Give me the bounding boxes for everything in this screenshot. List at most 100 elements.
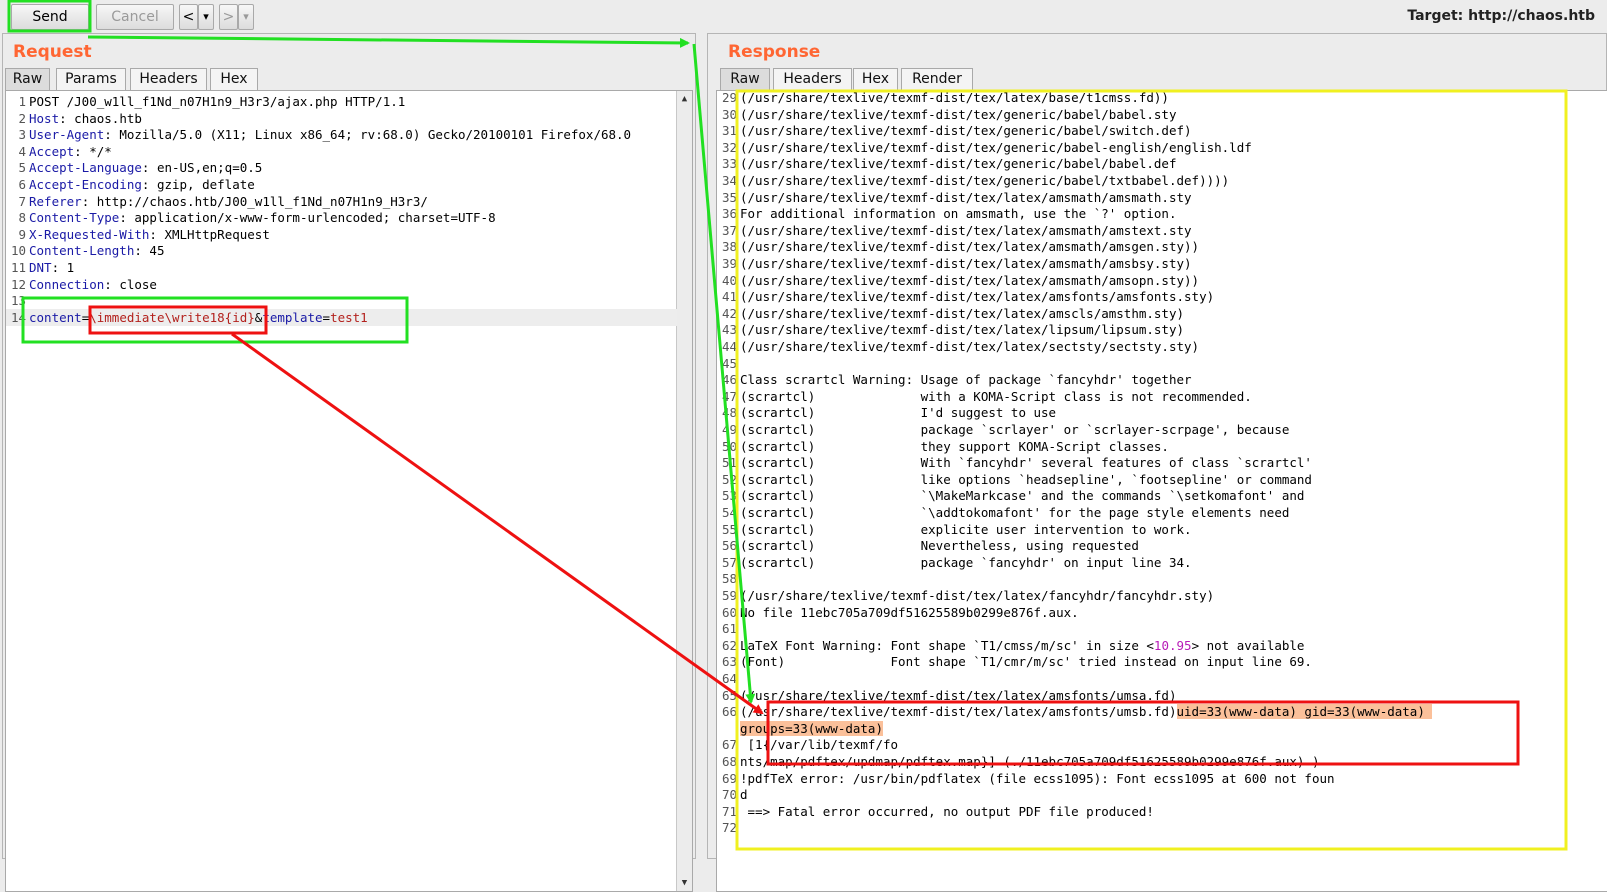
request-line: 9 X-Requested-With: XMLHttpRequest — [6, 226, 692, 243]
response-line: 49 (scrartcl) package `scrlayer' or `scrl… — [717, 421, 1607, 438]
response-line: 35 (/usr/share/texlive/texmf-dist/tex/lat… — [717, 189, 1607, 206]
request-line: 12 Connection: close — [6, 276, 692, 293]
response-line: 51 (scrartcl) With `fancyhdr' several fea… — [717, 454, 1607, 471]
send-button[interactable]: Send — [11, 4, 89, 30]
response-tab-headers[interactable]: Headers — [773, 68, 852, 90]
command-output: groups=33(www-data) — [740, 720, 883, 736]
back-history-dropdown[interactable]: ▾ — [198, 4, 214, 30]
request-line: 2 Host: chaos.htb — [6, 110, 692, 127]
cancel-button[interactable]: Cancel — [96, 4, 174, 30]
target-label[interactable]: Target: http://chaos.htb — [1407, 8, 1595, 24]
line-number: 69 — [721, 770, 737, 786]
response-text: (/usr/share/texlive/texmf-dist/tex/latex… — [740, 256, 1192, 271]
header-name: Host — [29, 110, 60, 126]
response-line: 66 (/usr/share/texlive/texmf-dist/tex/lat… — [717, 703, 1607, 720]
header-separator: : — [81, 193, 97, 209]
request-editor[interactable]: ▲ ▼ 1 POST /J00_w1ll_f1Nd_n07H1n9_H3r3/aj… — [5, 90, 693, 892]
back-button[interactable]: < — [179, 4, 198, 30]
scroll-down-icon[interactable]: ▼ — [678, 877, 691, 889]
header-separator: : — [149, 226, 165, 242]
request-tabs: Raw Params Headers Hex — [5, 68, 305, 90]
line-number: 64 — [721, 671, 737, 686]
line-number: 31 — [721, 123, 737, 139]
line-number: 46 — [721, 372, 737, 388]
response-text: (/usr/share/texlive/texmf-dist/tex/gener… — [740, 123, 1192, 139]
header-value: chaos.htb — [74, 110, 142, 126]
request-tab-headers[interactable]: Headers — [130, 68, 207, 90]
line-number: 5 — [18, 160, 26, 176]
font-size-value: 10.95 — [1153, 637, 1192, 653]
response-line: 48 (scrartcl) I'd suggest to use — [717, 404, 1607, 421]
line-number: 71 — [721, 803, 737, 819]
response-line: 42 (/usr/share/texlive/texmf-dist/tex/lat… — [717, 305, 1607, 322]
header-separator: : — [51, 260, 67, 275]
line-number: 61 — [721, 621, 737, 637]
response-text: (scrartcl) Nevertheless, using requested — [740, 538, 1139, 554]
response-line: 61 — [717, 620, 1607, 637]
response-text: (scrartcl) I'd suggest to use — [740, 405, 1057, 421]
response-line: 43 (/usr/share/texlive/texmf-dist/tex/lat… — [717, 321, 1607, 338]
line-number: 10 — [10, 243, 26, 259]
response-tab-render[interactable]: Render — [901, 68, 973, 90]
request-tab-raw[interactable]: Raw — [5, 68, 50, 90]
header-separator: : — [141, 177, 157, 192]
request-tab-hex[interactable]: Hex — [210, 68, 258, 90]
line-number: 9 — [18, 226, 26, 242]
response-line: 55 (scrartcl) explicite user intervention… — [717, 521, 1607, 538]
response-tab-raw[interactable]: Raw — [720, 68, 770, 90]
header-name: Content-Type — [29, 210, 120, 226]
header-name: DNT — [29, 260, 52, 275]
response-line: 36 For additional information on amsmath,… — [717, 205, 1607, 222]
param-value: test1 — [330, 309, 368, 325]
response-line: 33 (/usr/share/texlive/texmf-dist/tex/gen… — [717, 155, 1607, 172]
line-number: 52 — [721, 471, 737, 487]
forward-button[interactable]: > — [219, 4, 238, 30]
line-number: 47 — [721, 388, 737, 404]
response-line: 58 — [717, 570, 1607, 587]
response-text: (scrartcl) With `fancyhdr' several featu… — [740, 455, 1312, 471]
header-value: application/x-www-form-urlencoded; chars… — [134, 210, 496, 226]
header-name: Connection — [29, 276, 105, 292]
line-number: 40 — [721, 272, 737, 288]
line-number: 6 — [18, 177, 26, 192]
response-text: (/usr/share/texlive/texmf-dist/tex/latex… — [740, 687, 1177, 703]
line-number: 33 — [721, 156, 737, 172]
line-number: 11 — [10, 260, 26, 275]
header-value: http://chaos.htb/J00_w1ll_f1Nd_n07H1n9_H… — [96, 193, 428, 209]
line-number: 57 — [721, 554, 737, 570]
header-value: gzip, deflate — [156, 177, 255, 192]
response-line: 54 (scrartcl) `\addtokomafont' for the pa… — [717, 504, 1607, 521]
response-line: 39 (/usr/share/texlive/texmf-dist/tex/lat… — [717, 255, 1607, 272]
response-text: (/usr/share/texlive/texmf-dist/tex/gener… — [740, 139, 1252, 155]
header-separator: : — [104, 276, 120, 292]
line-number: 59 — [721, 588, 737, 603]
response-line: 46 Class scrartcl Warning: Usage of packa… — [717, 371, 1607, 388]
header-name: Accept-Language — [29, 160, 142, 176]
response-line: 70 d — [717, 786, 1607, 803]
forward-history-dropdown[interactable]: ▾ — [238, 4, 254, 30]
response-editor[interactable]: 29 (/usr/share/texlive/texmf-dist/tex/lat… — [716, 90, 1607, 892]
line-number: 2 — [18, 110, 26, 126]
response-text: (/usr/share/texlive/texmf-dist/tex/gener… — [740, 106, 1177, 122]
header-name: Referer — [29, 193, 82, 209]
response-line: 32 (/usr/share/texlive/texmf-dist/tex/gen… — [717, 139, 1607, 156]
response-text: (/usr/share/texlive/texmf-dist/tex/latex… — [740, 305, 1185, 321]
header-value: Mozilla/5.0 (X11; Linux x86_64; rv:68.0)… — [119, 127, 632, 143]
line-number: 51 — [721, 455, 737, 471]
response-text: (scrartcl) like options `headsepline', `… — [740, 471, 1312, 487]
response-tabs: Raw Headers Hex Render — [720, 68, 1020, 90]
line-number: 49 — [721, 422, 737, 437]
response-text: (/usr/share/texlive/texmf-dist/tex/latex… — [740, 272, 1200, 288]
request-line: 4 Accept: */* — [6, 143, 692, 160]
line-number: 66 — [721, 704, 737, 720]
request-line: 3 User-Agent: Mozilla/5.0 (X11; Linux x86… — [6, 126, 692, 143]
header-value: 1 — [66, 260, 75, 275]
line-number: 41 — [721, 289, 737, 305]
request-tab-params[interactable]: Params — [56, 68, 126, 90]
response-text: (scrartcl) `\addtokomafont' for the page… — [740, 505, 1290, 520]
line-number: 32 — [721, 139, 737, 155]
response-line: 60 No file 11ebc705a709df51625589b0299e87… — [717, 604, 1607, 621]
response-text: (scrartcl) package `fancyhdr' on input l… — [740, 554, 1192, 570]
response-tab-hex[interactable]: Hex — [853, 68, 898, 90]
response-text: [1{/var/lib/texmf/fo — [740, 737, 899, 753]
